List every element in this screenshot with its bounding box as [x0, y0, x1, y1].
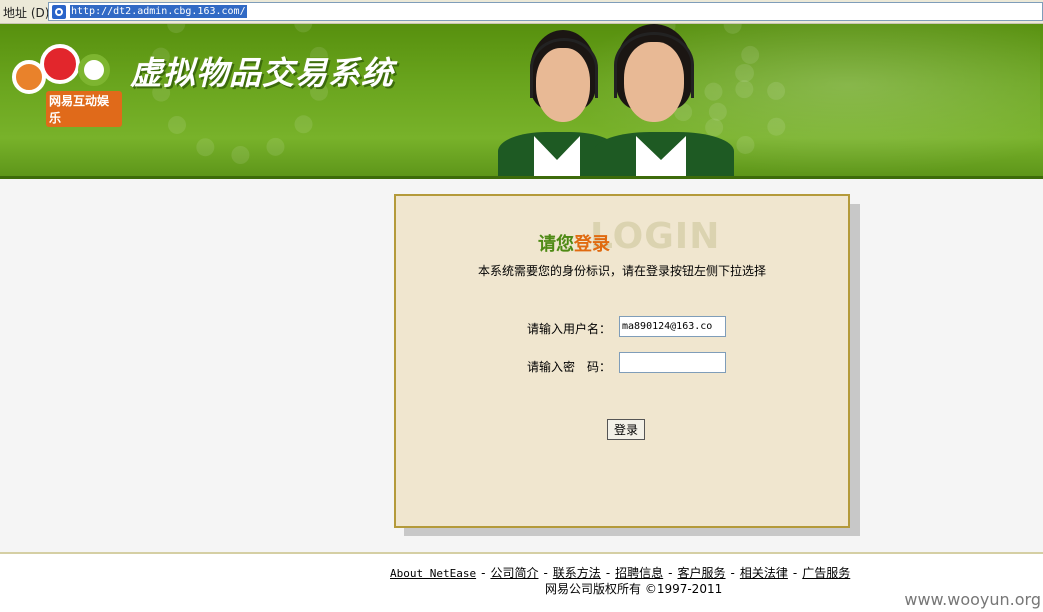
address-url[interactable]: http://dt2.admin.cbg.163.com/	[70, 5, 247, 18]
address-field[interactable]: http://dt2.admin.cbg.163.com/	[48, 2, 1043, 21]
footer-separator: -	[543, 566, 548, 580]
login-heading: 请您登录	[538, 230, 610, 256]
footer-link-contact[interactable]: 联系方法	[553, 566, 601, 580]
footer-separator: -	[668, 566, 673, 580]
copyright: 网易公司版权所有 ©1997-2011	[545, 582, 723, 596]
footer-link-ads[interactable]: 广告服务	[802, 566, 850, 580]
operator-illustration	[490, 24, 750, 176]
page-title: 虚拟物品交易系统	[130, 54, 395, 92]
page-icon	[52, 5, 66, 19]
footer-link-about[interactable]: About NetEase	[390, 567, 476, 580]
address-label: 地址 (D)	[3, 6, 50, 20]
logo-text: 网易互动娱乐	[46, 91, 122, 127]
login-button[interactable]: 登录	[607, 419, 645, 440]
banner-divider	[0, 176, 1043, 179]
gear-decoration	[150, 24, 330, 164]
login-heading-part2: 登录	[574, 234, 610, 255]
footer-link-company[interactable]: 公司简介	[490, 566, 538, 580]
address-bar: 地址 (D) http://dt2.admin.cbg.163.com/	[0, 0, 1043, 24]
footer	[0, 554, 1043, 612]
username-label: 请输入用户名：	[527, 322, 612, 336]
footer-separator: -	[730, 566, 735, 580]
header-banner: 网易互动娱乐 虚拟物品交易系统	[0, 24, 1043, 176]
password-label: 请输入密 码：	[527, 360, 612, 374]
footer-separator: -	[792, 566, 798, 580]
footer-separator: -	[605, 566, 611, 580]
footer-link-service[interactable]: 客户服务	[678, 566, 726, 580]
username-input[interactable]	[619, 316, 726, 337]
footer-links: About NetEase - 公司简介 - 联系方法 - 招聘信息 - 客户服务 - 相关法律 - 广…	[390, 564, 850, 581]
footer-link-jobs[interactable]: 招聘信息	[615, 566, 663, 580]
login-heading-part1: 请您	[538, 234, 574, 255]
footer-link-legal[interactable]: 相关法律	[740, 566, 788, 580]
site-watermark: www.wooyun.org	[904, 590, 1041, 609]
netease-logo: 网易互动娱乐	[12, 42, 122, 127]
login-description: 本系统需要您的身份标识，请在登录按钮左侧下拉选择	[477, 264, 766, 278]
footer-separator: -	[481, 566, 486, 580]
password-input[interactable]	[619, 352, 726, 373]
login-panel: LOGIN 请您登录 本系统需要您的身份标识，请在登录按钮左侧下拉选择 请输入用…	[394, 194, 850, 528]
